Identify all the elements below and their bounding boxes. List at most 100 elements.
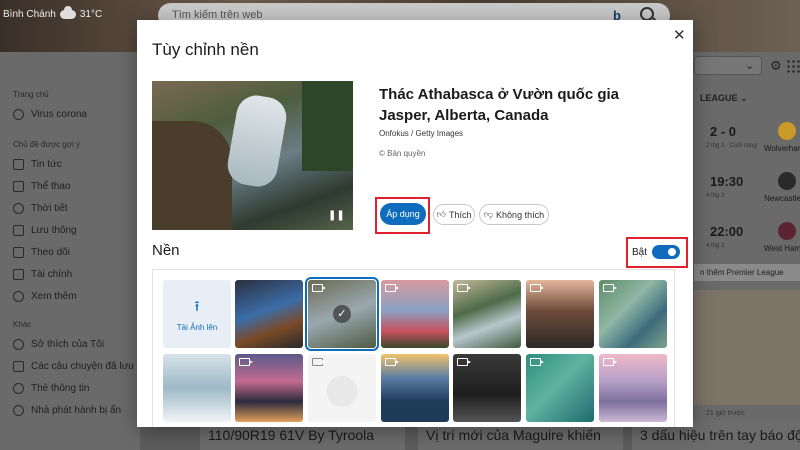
match-detail: 4 thg 3 [706,193,725,199]
background-thumbnail-selected[interactable]: ✓ [305,277,379,351]
video-icon [530,358,544,366]
background-thumbnail[interactable] [381,354,449,422]
chevron-down-icon [13,291,24,302]
sidebar-item-sports[interactable]: Thể thao [13,181,70,192]
settings-icon [13,339,24,350]
video-icon [312,358,326,366]
sidebar-heading-home: Trang chủ [13,90,49,99]
video-icon [457,284,471,292]
thumbs-down-icon: 👎︎ [483,209,494,219]
background-thumbnail[interactable] [526,354,594,422]
sidebar-item-label: Thể thao [31,181,71,192]
sidebar-item-saved-stories[interactable]: Các câu chuyện đã lưu [13,361,134,372]
sidebar-item-more[interactable]: Xem thêm [13,291,77,302]
apply-button[interactable]: Áp dụng [380,203,426,225]
app-launcher-icon[interactable] [786,59,800,73]
match-time: 19:30 [710,174,744,189]
upload-image-button[interactable]: ⭱ Tải Ảnh lên [163,280,231,348]
background-thumbnail[interactable] [453,354,521,422]
news-thumbnail[interactable] [694,290,800,405]
background-section-title: Nền [152,242,180,259]
sidebar-item-interests[interactable]: Sở thích của Tôi [13,339,104,350]
weather-widget[interactable]: Bình Chánh 31°C [3,6,102,20]
sidebar-item-finance[interactable]: Tài chính [13,269,72,280]
sidebar-item-news[interactable]: Tin tức [13,159,62,170]
background-toggle-label: Bật [632,247,648,258]
checkmark-icon: ✓ [333,305,351,323]
cloud-icon [13,203,24,214]
background-thumbnail[interactable] [235,280,303,348]
video-icon [385,284,399,292]
sidebar-item-label: Tài chính [31,269,73,280]
team-crest-icon [778,172,796,190]
chart-icon [13,269,24,280]
match-detail: 2 thg 3 · Cuối cùng [706,143,757,149]
like-label: Thích [448,209,472,220]
team-name: West Ham [764,244,800,253]
sidebar-item-traffic[interactable]: Lưu thông [13,225,77,236]
sidebar-item-coronavirus[interactable]: Virus corona [13,109,87,120]
sidebar-item-label: Thời tiết [31,203,68,214]
team-crest-icon [778,222,796,240]
sidebar-item-info-cards[interactable]: Thẻ thông tin [13,383,89,394]
background-toggle[interactable] [652,245,680,259]
background-thumbnail[interactable] [453,280,521,348]
sidebar-heading-suggested: Chủ đề được gợi ý [13,140,80,149]
sidebar-item-label: Các câu chuyện đã lưu [31,361,134,372]
upload-label: Tải Ảnh lên [176,323,218,332]
video-icon [603,358,617,366]
sidebar-item-weather[interactable]: Thời tiết [13,203,68,214]
upload-icon: ⭱ [194,298,200,314]
like-button[interactable]: 👍︎ Thích [433,204,475,225]
sidebar-item-watch[interactable]: Theo dõi [13,247,70,258]
video-icon [603,284,617,292]
image-title: Thác Athabasca ở Vườn quốc gia Jasper, A… [379,86,620,124]
background-thumbnail[interactable] [599,354,667,422]
match-time: 22:00 [710,224,744,239]
thumbs-up-icon: 👍︎ [436,209,446,219]
video-icon [457,358,471,366]
news-icon [13,159,24,170]
league-header[interactable]: LEAGUE ⌄ [700,93,748,104]
video-icon [239,358,253,366]
sidebar-heading-other: Khác [13,320,32,329]
background-thumbnail[interactable] [599,280,667,348]
news-timestamp: 21 giờ trước [706,410,745,417]
image-credit: Onfokus / Getty Images [379,129,464,138]
team-name: Newcastle [764,194,800,203]
trophy-icon [13,181,24,192]
search-icon[interactable] [640,7,654,21]
chevron-down-icon: ⌄ [745,60,755,72]
league-label: LEAGUE [700,93,738,103]
team-crest-icon [778,122,796,140]
close-icon[interactable]: ✕ [673,26,686,44]
background-thumbnail[interactable] [235,354,303,422]
sidebar-item-label: Nhà phát hành bị ẩn [31,405,122,416]
sidebar-item-label: Tin tức [31,159,62,170]
image-copyright: © Bản quyền [379,149,426,158]
sidebar-item-label: Lưu thông [31,225,77,236]
dialog-title: Tùy chỉnh nền [152,40,259,59]
gear-icon [13,383,24,394]
feed-selector[interactable]: ⌄ [694,56,762,75]
sidebar-item-label: Sở thích của Tôi [31,339,105,350]
sidebar-item-hidden-publishers[interactable]: Nhà phát hành bị ẩn [13,405,121,416]
pause-icon[interactable]: ❚❚ [328,210,345,222]
background-thumbnail[interactable] [526,280,594,348]
background-thumbnail[interactable] [308,354,376,422]
background-thumbnail[interactable] [163,354,231,422]
video-icon [312,284,326,292]
background-preview-image [152,81,353,230]
tv-icon [13,247,24,258]
settings-icon[interactable]: ⚙ [770,58,782,74]
background-thumbnail[interactable] [381,280,449,348]
match-detail: 4 thg 3 [706,243,725,249]
sidebar-item-label: Thẻ thông tin [31,383,90,394]
team-name: Wolverhar [764,144,800,153]
customize-background-dialog: ✕ Tùy chỉnh nền ❚❚ Thác Athabasca ở Vườn… [137,20,693,427]
sidebar: Trang chủ Virus corona Chủ đề được gợi ý… [0,52,140,450]
match-score: 2 - 0 [710,124,737,139]
dislike-button[interactable]: 👎︎ Không thích [479,204,549,225]
bookmark-icon [13,361,24,372]
more-premier-league-link[interactable]: n thêm Premier League [694,264,800,281]
